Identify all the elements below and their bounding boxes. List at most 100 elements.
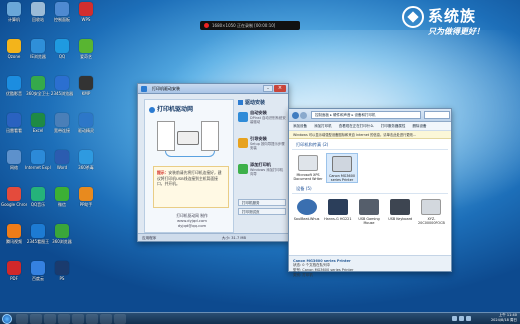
- panel-title: 打印机驱动网: [149, 104, 193, 113]
- desktop-icon[interactable]: 微信: [49, 187, 75, 207]
- app-icon: [55, 150, 69, 164]
- desktop-icon[interactable]: Word: [49, 150, 75, 170]
- driver-installer-window[interactable]: 打印机驱动安装 – × 打印机驱动网 提示：安装前请先将打印机连接好，建议将打印…: [137, 83, 289, 242]
- taskbar-app-button[interactable]: [72, 314, 84, 324]
- desktop-icon[interactable]: 2345浏览器: [49, 76, 75, 96]
- taskbar-app-button[interactable]: [86, 314, 98, 324]
- option-desc: Setup 按向导提示步骤安装: [250, 142, 285, 150]
- option-desc: DPInst 自动识别系统安装驱动: [250, 116, 286, 124]
- desktop-icon[interactable]: KMP: [73, 76, 99, 96]
- print-test-button[interactable]: 打印测试页: [238, 208, 286, 215]
- device-label: Microsoft XPS Document Writer: [293, 173, 323, 181]
- info-bar[interactable]: Windows 可以显示增强型设备图标和来自 Internet 的信息。请单击此…: [289, 131, 451, 139]
- devices-printers-window[interactable]: 控制面板 ▸ 硬件和声音 ▸ 设备和打印机 添加设备 添加打印机 查看现在正在打…: [288, 108, 452, 277]
- app-icon: [79, 113, 93, 127]
- desktop-icon[interactable]: 360安全卫士: [25, 76, 51, 96]
- desktop-icon[interactable]: 爱奇艺: [73, 39, 99, 59]
- desktop-icon[interactable]: 回收站: [25, 2, 51, 22]
- desktop-icon-label: 百度云: [32, 276, 44, 281]
- desktop-icon[interactable]: 计算机: [1, 2, 27, 22]
- printer-item-canon[interactable]: Canon MG3600 series Printer: [326, 153, 358, 183]
- start-button[interactable]: [2, 314, 12, 324]
- desktop-icon[interactable]: 优酷影音: [1, 76, 27, 96]
- site-email[interactable]: dyjqd@qq.com: [165, 223, 219, 228]
- desktop-icon[interactable]: 控制面板: [49, 2, 75, 22]
- close-button[interactable]: ×: [274, 85, 286, 92]
- language-icon[interactable]: [466, 316, 471, 321]
- app-icon: [31, 2, 45, 16]
- address-bar[interactable]: 控制面板 ▸ 硬件和声音 ▸ 设备和打印机: [311, 111, 421, 119]
- desktop-icon[interactable]: QQ: [49, 39, 75, 59]
- desktop-icon[interactable]: Excel: [25, 113, 51, 133]
- desktop-icon-label: 迅雷看看: [6, 128, 22, 133]
- taskbar-app-button[interactable]: [16, 314, 28, 324]
- desktop-icon[interactable]: 驱动精灵: [73, 113, 99, 133]
- option-add-printer[interactable]: 添加打印机 Windows 添加打印机向导: [238, 161, 286, 185]
- desktop-icon[interactable]: Google Chrome: [1, 187, 27, 207]
- minimize-button[interactable]: –: [263, 85, 273, 92]
- printer-item-xps[interactable]: Microsoft XPS Document Writer: [292, 153, 324, 183]
- volume-icon[interactable]: [459, 316, 464, 321]
- driver-buttons: 打印机服务 打印测试页: [238, 199, 286, 217]
- brand-slogan: 只为做得更好！: [428, 27, 484, 36]
- driver-window-titlebar[interactable]: 打印机驱动安装 – ×: [138, 84, 288, 94]
- printers-section-title[interactable]: 打印机和传真 (2): [292, 139, 448, 150]
- desktop-icon[interactable]: QQ音乐: [25, 187, 51, 207]
- desktop-icon-label: 优酷影音: [6, 91, 22, 96]
- desktop-icon[interactable]: 360杀毒: [73, 150, 99, 170]
- screen-recorder-bar[interactable]: 1680×1050 正在录制 [00:00:10]: [200, 21, 300, 30]
- option-guided-install[interactable]: 引导安装 Setup 按向导提示步骤安装: [238, 135, 286, 159]
- search-input[interactable]: [424, 111, 450, 119]
- forward-icon[interactable]: [300, 112, 307, 119]
- device-item[interactable]: SoulBeat-Whus: [292, 197, 321, 225]
- app-icon: [31, 187, 45, 201]
- printer-service-button[interactable]: 打印机服务: [238, 199, 286, 206]
- brand-logo: 系统族 只为做得更好！: [402, 4, 512, 40]
- desktop-icon[interactable]: IE浏览器: [25, 39, 51, 59]
- add-printer-button[interactable]: 添加打印机: [314, 124, 332, 128]
- command-bar: 添加设备 添加打印机 查看现在正在打印什么 打印服务器属性 删除设备: [289, 122, 451, 131]
- app-icon: [7, 2, 21, 16]
- desktop-icon[interactable]: 百度云: [25, 261, 51, 281]
- desktop-icon[interactable]: 迅雷看看: [1, 113, 27, 133]
- desktop-icon[interactable]: 360浏览器: [49, 224, 75, 244]
- computer-back-icon: [201, 121, 219, 151]
- clock[interactable]: 上午 11:40 2024/8/18 周日: [491, 313, 517, 323]
- app-icon: [79, 76, 93, 90]
- desktop-icon-label: 2345看图王: [26, 239, 50, 244]
- option-auto-install[interactable]: 自动安装 DPInst 自动识别系统安装驱动: [238, 109, 286, 133]
- desktop-icon-label: 计算机: [8, 17, 20, 22]
- device-item[interactable]: USB Keyboard: [386, 197, 415, 225]
- back-icon[interactable]: [292, 112, 299, 119]
- add-device-button[interactable]: 添加设备: [293, 124, 307, 128]
- device-item[interactable]: Hanns-G HG221: [323, 197, 352, 225]
- desktop-icon-label: 回收站: [32, 17, 44, 22]
- device-item[interactable]: XYZ-20C00000FOCB: [417, 197, 446, 225]
- network-icon[interactable]: [452, 316, 457, 321]
- app-icon: [7, 261, 21, 275]
- remove-device-button[interactable]: 删除设备: [413, 124, 427, 128]
- taskbar-app-button[interactable]: [114, 314, 126, 324]
- desktop-icon[interactable]: Internet Explorer: [25, 150, 51, 170]
- desktop-icon-label: 网络: [10, 165, 18, 170]
- taskbar-app-button[interactable]: [30, 314, 42, 324]
- desktop-icon[interactable]: Qzone: [1, 39, 27, 59]
- keyboard-icon: [390, 199, 411, 215]
- desktop-icon[interactable]: 腾讯视频: [1, 224, 27, 244]
- device-item[interactable]: USB Gaming Mouse: [354, 197, 383, 225]
- device-label: Hanns-G HG221: [324, 217, 352, 221]
- devices-section-title[interactable]: 设备 (5): [292, 183, 448, 194]
- desktop-icon[interactable]: WPS: [73, 2, 99, 22]
- taskbar-app-button[interactable]: [58, 314, 70, 324]
- taskbar-app-button[interactable]: [100, 314, 112, 324]
- desktop-icon[interactable]: PDF: [1, 261, 27, 281]
- desktop-icon[interactable]: 宽带连接: [49, 113, 75, 133]
- desktop-icon[interactable]: PS: [49, 261, 75, 281]
- taskbar-app-button[interactable]: [44, 314, 56, 324]
- desktop-icon[interactable]: PP助手: [73, 187, 99, 207]
- see-printing-button[interactable]: 查看现在正在打印什么: [339, 124, 374, 128]
- print-server-props-button[interactable]: 打印服务器属性: [381, 124, 406, 128]
- desktop-icon[interactable]: 网络: [1, 150, 27, 170]
- desktop-icon[interactable]: 2345看图王: [25, 224, 51, 244]
- app-icon: [31, 113, 45, 127]
